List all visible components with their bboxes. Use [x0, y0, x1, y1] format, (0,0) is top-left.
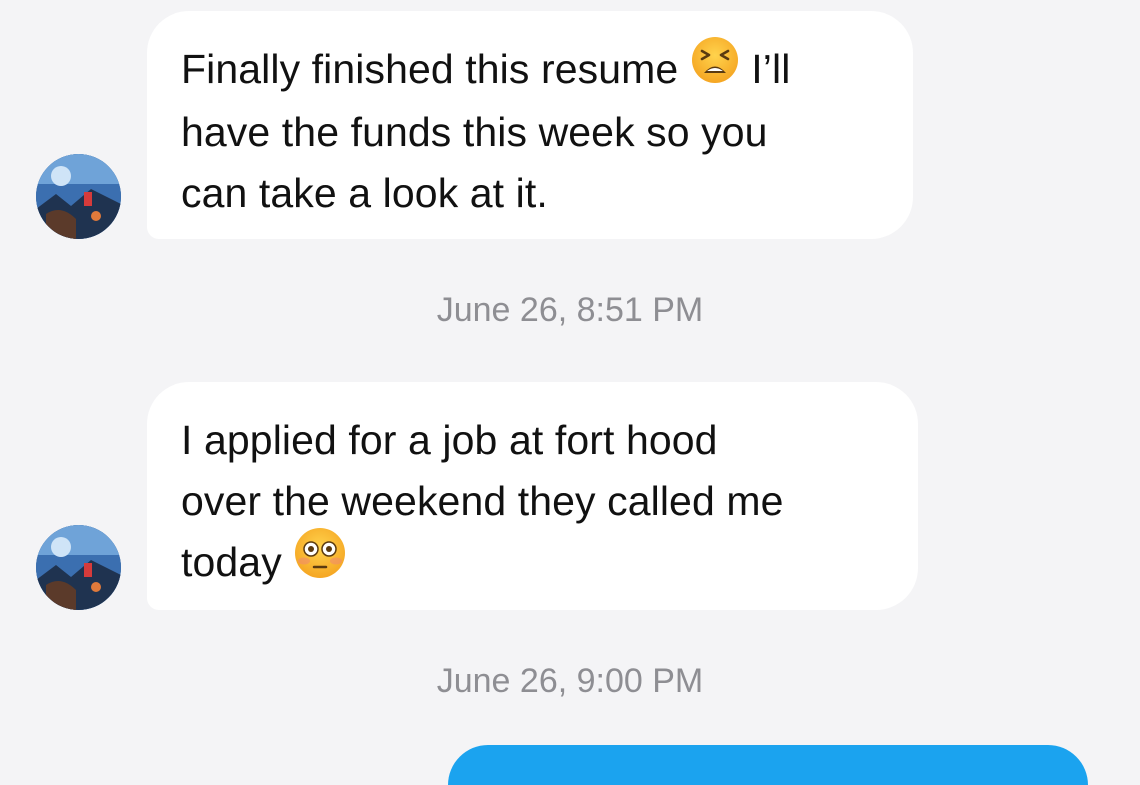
message-text: I’ll: [751, 46, 791, 92]
contact-avatar[interactable]: [36, 525, 121, 610]
message-timestamp: June 26, 9:00 PM: [436, 662, 704, 700]
message-line: today: [181, 527, 884, 597]
message-line: I applied for a job at fort hood: [181, 417, 718, 463]
message-timestamp: June 26, 8:51 PM: [436, 291, 704, 329]
avatar-image-icon: [36, 525, 121, 610]
sent-message-bubble[interactable]: [448, 745, 1088, 785]
message-thread[interactable]: Finally finished this resume I’ll have t…: [0, 0, 1140, 785]
received-message-bubble[interactable]: I applied for a job at fort hood over th…: [147, 382, 918, 610]
message-line: can take a look at it.: [181, 169, 548, 216]
received-message-bubble[interactable]: Finally finished this resume I’ll have t…: [147, 11, 913, 239]
message-line: over the weekend they called me: [181, 478, 784, 524]
message-line: Finally finished this resume I’ll: [181, 36, 879, 102]
flushed-face-emoji-icon: [293, 526, 347, 597]
message-text: today: [181, 539, 282, 585]
message-line: have the funds this week so you: [181, 108, 768, 155]
message-text: Finally finished this resume: [181, 46, 679, 92]
contact-avatar[interactable]: [36, 154, 121, 239]
avatar-image-icon: [36, 154, 121, 239]
tired-face-emoji-icon: [690, 35, 740, 102]
